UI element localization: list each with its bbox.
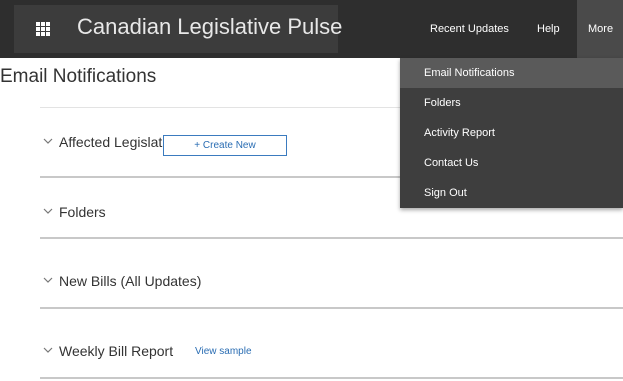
nav-help[interactable]: Help	[537, 0, 560, 58]
chevron-down-icon[interactable]	[43, 206, 53, 216]
menu-item-contact-us[interactable]: Contact Us	[400, 148, 623, 178]
top-navigation-bar: Canadian Legislative Pulse Recent Update…	[0, 0, 623, 58]
section-new-bills: New Bills (All Updates)	[40, 239, 623, 309]
section-label-new-bills[interactable]: New Bills (All Updates)	[59, 273, 201, 289]
chevron-down-icon[interactable]	[43, 345, 53, 355]
nav-recent-updates[interactable]: Recent Updates	[430, 0, 509, 58]
section-weekly-bill-report: Weekly Bill Report	[40, 309, 623, 379]
create-new-button[interactable]: + Create New	[163, 135, 287, 156]
more-dropdown-menu: Email Notifications Folders Activity Rep…	[400, 58, 623, 208]
menu-item-sign-out[interactable]: Sign Out	[400, 178, 623, 208]
grid-icon[interactable]	[36, 22, 50, 36]
page-title: Email Notifications	[0, 66, 157, 87]
view-sample-link[interactable]: View sample	[195, 346, 252, 357]
chevron-down-icon[interactable]	[43, 136, 53, 146]
menu-item-activity-report[interactable]: Activity Report	[400, 118, 623, 148]
menu-item-email-notifications[interactable]: Email Notifications	[400, 58, 623, 88]
section-label-weekly-bill-report[interactable]: Weekly Bill Report	[59, 343, 173, 359]
app-title[interactable]: Canadian Legislative Pulse	[77, 14, 342, 40]
menu-item-folders[interactable]: Folders	[400, 88, 623, 118]
section-divider	[40, 377, 623, 379]
section-label-folders[interactable]: Folders	[59, 204, 106, 220]
nav-more[interactable]: More	[577, 0, 623, 58]
chevron-down-icon[interactable]	[43, 275, 53, 285]
brand-panel[interactable]: Canadian Legislative Pulse	[14, 5, 342, 53]
